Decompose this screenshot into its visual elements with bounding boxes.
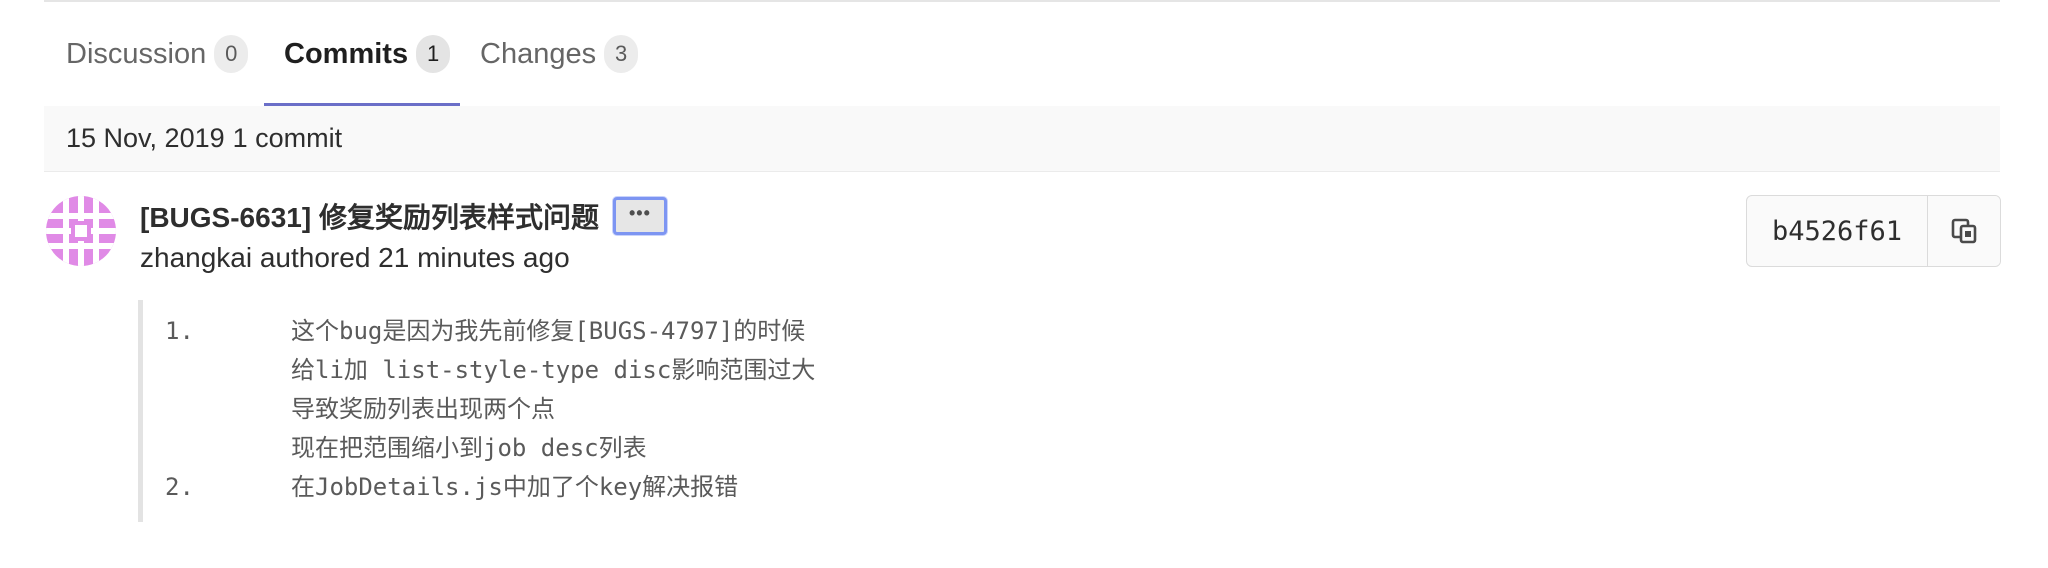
toggle-description-button[interactable]: •••	[612, 197, 667, 235]
merge-request-tabs: Discussion 0 Commits 1 Changes 3	[44, 2, 2000, 107]
description-line: 导致奖励列表出现两个点	[291, 395, 555, 423]
ellipsis-icon: •••	[629, 203, 651, 223]
tab-commits-label: Commits	[284, 37, 409, 70]
merge-request-commits-page: Discussion 0 Commits 1 Changes 3 15 Nov,…	[0, 0, 2048, 568]
tab-discussion-count-badge: 0	[214, 35, 249, 73]
commit-sha[interactable]: b4526f61	[1747, 196, 1928, 266]
avatar[interactable]	[46, 196, 116, 266]
tab-changes[interactable]: Changes 3	[480, 2, 639, 106]
tab-commits[interactable]: Commits 1	[264, 2, 460, 107]
commit-day-date: 15 Nov, 2019	[66, 123, 225, 153]
tab-discussion-label: Discussion	[66, 37, 207, 70]
tab-commits-count-badge: 1	[416, 35, 451, 73]
description-line: 在JobDetails.js中加了个key解决报错	[291, 473, 739, 501]
copy-icon	[1951, 218, 1977, 244]
tab-changes-label: Changes	[480, 37, 597, 70]
commit-title-link[interactable]: [BUGS-6631] 修复奖励列表样式问题	[140, 196, 599, 236]
commit-title-row: [BUGS-6631] 修复奖励列表样式问题 •••	[140, 194, 667, 238]
commit-day-count: 1 commit	[232, 123, 343, 153]
description-line: 给li加 list-style-type disc影响范围过大	[291, 356, 816, 384]
commit-author-meta: zhangkai authored 21 minutes ago	[140, 242, 570, 273]
description-item-number: 2.	[165, 473, 194, 501]
description-item-number: 1.	[165, 317, 194, 345]
identicon-avatar-icon	[46, 196, 116, 266]
tab-changes-count-badge: 3	[604, 35, 639, 73]
copy-sha-button[interactable]	[1928, 196, 2000, 266]
commit-sha-group: b4526f61	[1746, 195, 2001, 267]
tab-discussion[interactable]: Discussion 0	[66, 2, 249, 106]
description-line: 现在把范围缩小到job desc列表	[291, 434, 647, 462]
commit-description: 1. 这个bug是因为我先前修复[BUGS-4797]的时候 给li加 list…	[138, 300, 1038, 522]
commit-day-header: 15 Nov, 2019 1 commit	[44, 106, 2000, 172]
description-line: 这个bug是因为我先前修复[BUGS-4797]的时候	[291, 317, 806, 345]
